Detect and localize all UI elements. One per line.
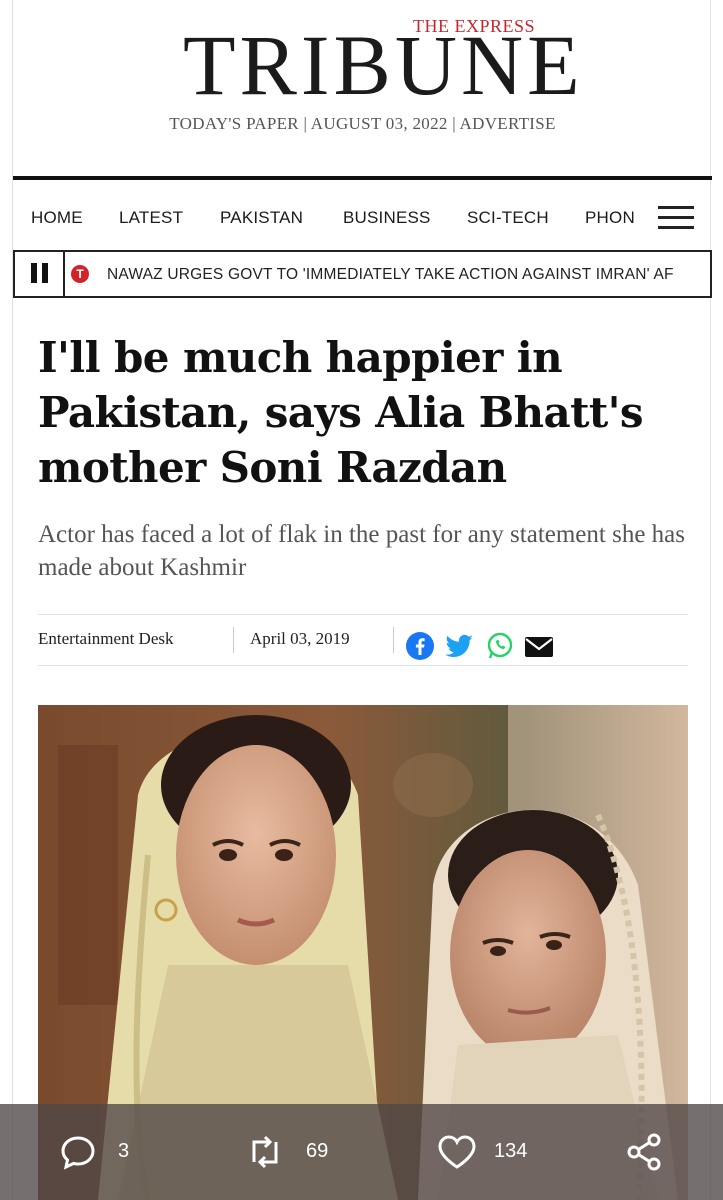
like-button[interactable]: 134 [436,1132,556,1172]
facebook-icon[interactable] [405,631,435,661]
masthead: THE EXPRESS TRIBUNE TODAY'S PAPER | AUGU… [13,0,712,170]
whatsapp-icon[interactable] [485,631,515,661]
email-icon[interactable] [523,631,553,661]
date-divider [393,627,394,653]
article-headline: I'll be much happier in Pakistan, says A… [38,333,644,492]
byline-divider [233,627,234,653]
author-byline[interactable]: Entertainment Desk [38,629,174,649]
nav-item-phones[interactable]: PHON [585,208,637,228]
tribune-article-page: THE EXPRESS TRIBUNE TODAY'S PAPER | AUGU… [12,0,712,1200]
tweet-action-bar: 3 69 134 [0,1104,723,1200]
share-icon [627,1133,661,1171]
nav-item-latest[interactable]: LATEST [119,208,183,228]
publish-date: April 03, 2019 [250,629,350,648]
article-subheadline: Actor has faced a lot of flak in the pas… [38,521,685,581]
ticker-headline[interactable]: NAWAZ URGES GOVT TO 'IMMEDIATELY TAKE AC… [107,266,674,284]
masthead-meta-links[interactable]: TODAY'S PAPER | AUGUST 03, 2022 | ADVERT… [13,114,712,134]
tribune-t-icon: T [71,265,89,283]
twitter-icon[interactable] [443,631,473,661]
ticker-divider [63,252,65,296]
retweet-count: 69 [306,1140,329,1162]
retweet-icon [252,1135,278,1169]
brand-logo[interactable]: TRIBUNE [183,22,584,108]
reply-icon [61,1136,95,1170]
nav-item-home[interactable]: HOME [31,208,83,228]
nav-item-business[interactable]: BUSINESS [343,208,431,228]
news-ticker: T NAWAZ URGES GOVT TO 'IMMEDIATELY TAKE … [13,250,712,298]
nav-item-sci-tech[interactable]: SCI-TECH [467,208,549,228]
reply-count: 3 [118,1140,130,1162]
byline-row: Entertainment Desk April 03, 2019 [38,614,688,666]
main-nav: HOME LATEST PAKISTAN BUSINESS SCI-TECH P… [13,176,712,250]
retweet-button[interactable]: 69 [244,1132,354,1172]
nav-item-pakistan[interactable]: PAKISTAN [220,208,303,228]
like-count: 134 [494,1140,528,1162]
heart-icon [438,1135,476,1169]
pause-icon[interactable] [31,263,49,283]
reply-button[interactable]: 3 [58,1132,148,1172]
menu-icon[interactable] [658,206,694,230]
share-button[interactable] [624,1132,668,1172]
